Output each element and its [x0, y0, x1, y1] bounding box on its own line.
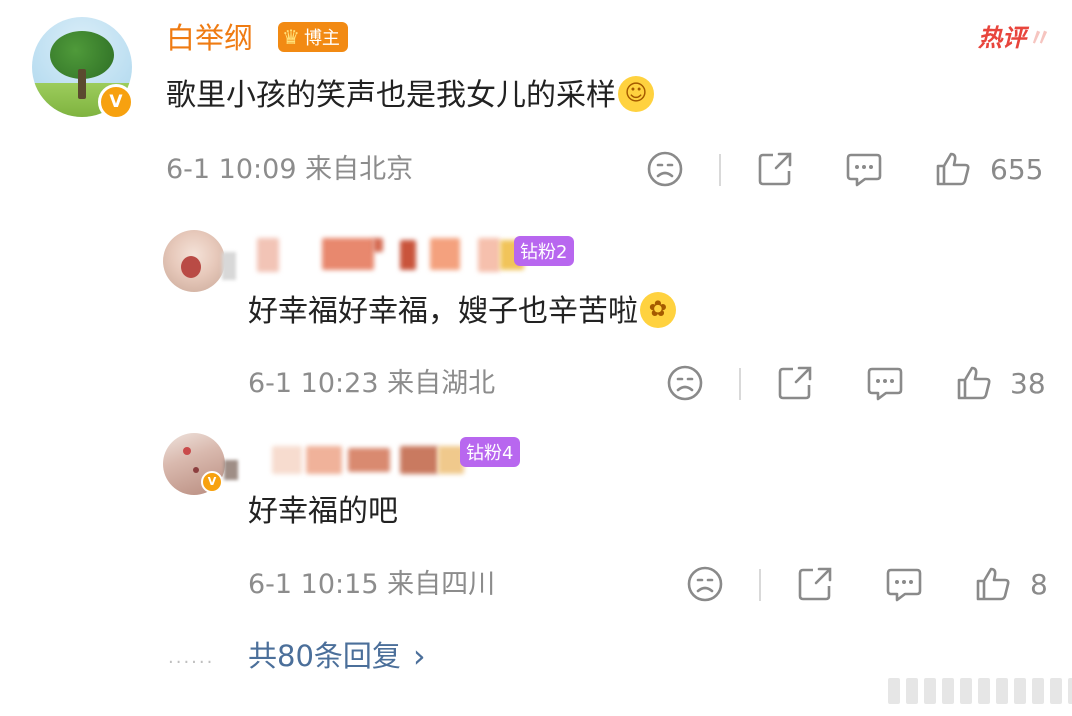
more-replies-label: 共80条回复 [248, 639, 401, 673]
like-thumb-icon[interactable] [974, 565, 1012, 603]
verified-v-icon: V [98, 84, 134, 120]
share-icon[interactable] [756, 150, 794, 188]
reply1-text: 好幸福好幸福，嫂子也辛苦啦 ✿ [248, 290, 676, 334]
comment-icon[interactable] [845, 150, 883, 188]
action-divider [719, 154, 721, 186]
dislike-face-icon[interactable] [646, 150, 684, 188]
flower-laugh-emoji: ✿ [640, 291, 676, 328]
reply1-level-label: 钻粉2 [520, 242, 568, 263]
reply2-body: 好幸福的吧 [248, 494, 398, 529]
reply2-text: 好幸福的吧 [248, 490, 398, 534]
main-comment-time: 6-1 10:09 [166, 154, 297, 185]
reply1-meta: 6-1 10:23 来自湖北 [248, 366, 495, 402]
watermark-bars [888, 678, 1072, 704]
main-comment-body: 歌里小孩的笑声也是我女儿的采样 [166, 78, 616, 113]
reply1-body: 好幸福好幸福，嫂子也辛苦啦 [248, 294, 638, 329]
sunflower-smile-emoji: ☺ [618, 75, 654, 112]
reply1-location: 来自湖北 [387, 368, 496, 399]
main-like-count: 655 [990, 153, 1044, 186]
reply2-time: 6-1 10:15 [248, 569, 379, 600]
reply2-meta: 6-1 10:15 来自四川 [248, 567, 495, 603]
reply1-level-badge: 钻粉2 [514, 236, 575, 266]
hot-wing-icon: 〃 [1028, 24, 1052, 52]
like-thumb-icon[interactable] [934, 150, 972, 188]
reply1-avatar[interactable] [163, 230, 225, 292]
main-comment-meta: 6-1 10:09 来自北京 [166, 152, 413, 188]
blogger-badge-label: 博主 [303, 28, 340, 49]
verified-v-icon: V [201, 471, 223, 493]
action-divider [739, 368, 741, 400]
author-username[interactable]: 白举纲 [166, 18, 253, 58]
share-icon[interactable] [776, 364, 814, 402]
main-comment-text: 歌里小孩的笑声也是我女儿的采样 ☺ [166, 74, 654, 118]
reply1-avatar-edge [222, 252, 236, 280]
reply1-time: 6-1 10:23 [248, 368, 379, 399]
dislike-face-icon[interactable] [666, 364, 704, 402]
reply2-level-label: 钻粉4 [466, 443, 514, 464]
reply2-avatar-edge [224, 460, 238, 480]
share-icon[interactable] [796, 565, 834, 603]
reply1-like-count: 38 [1010, 367, 1046, 400]
reply2-like-count: 8 [1030, 568, 1048, 601]
hot-comment-badge: 热评〃 [978, 20, 1052, 56]
reply2-level-badge: 钻粉4 [460, 437, 521, 467]
thread-dots: ······ [168, 652, 215, 673]
like-thumb-icon[interactable] [955, 364, 993, 402]
comment-icon[interactable] [866, 364, 904, 402]
main-comment-location: 来自北京 [305, 154, 414, 185]
hot-comment-label: 热评 [978, 24, 1026, 52]
crown-icon: ♛ [282, 25, 300, 49]
blogger-badge: ♛ 博主 [278, 22, 348, 52]
comment-icon[interactable] [885, 565, 923, 603]
dislike-face-icon[interactable] [686, 565, 724, 603]
chevron-right-icon: › [412, 637, 426, 675]
reply2-location: 来自四川 [387, 569, 496, 600]
more-replies-link[interactable]: 共80条回复 › [248, 636, 426, 676]
action-divider [759, 569, 761, 601]
